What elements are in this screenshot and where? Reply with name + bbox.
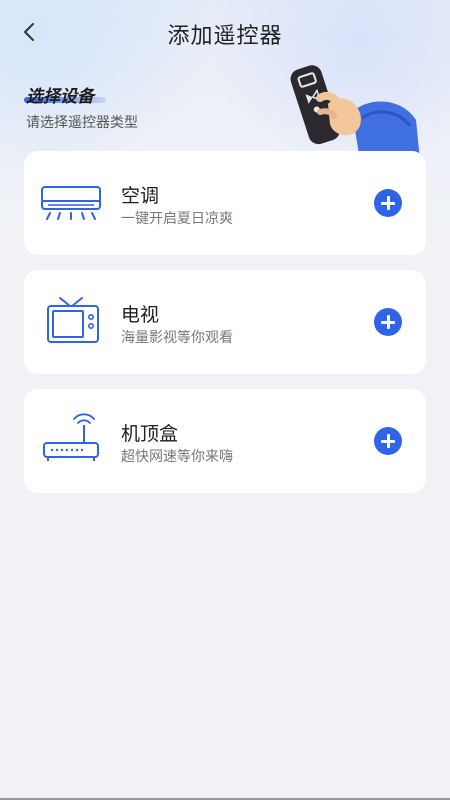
remote-hand-illustration xyxy=(290,60,420,160)
top-bar: 添加遥控器 xyxy=(0,0,450,68)
device-description: 一键开启夏日凉爽 xyxy=(121,211,233,227)
add-set-top-box-button[interactable] xyxy=(374,427,402,455)
add-tv-button[interactable] xyxy=(374,308,402,336)
section-title: 选择设备 xyxy=(26,87,94,107)
section-subtitle: 请选择遥控器类型 xyxy=(26,115,138,131)
air-conditioner-icon xyxy=(40,175,102,231)
device-card-tv[interactable]: 电视 海量影视等你观看 xyxy=(24,270,426,374)
device-description: 海量影视等你观看 xyxy=(121,330,233,346)
add-air-conditioner-button[interactable] xyxy=(374,189,402,217)
device-name: 电视 xyxy=(121,304,160,326)
device-card-air-conditioner[interactable]: 空调 一键开启夏日凉爽 xyxy=(24,151,426,255)
device-name: 机顶盒 xyxy=(121,423,179,445)
device-name: 空调 xyxy=(121,185,160,207)
page-title: 添加遥控器 xyxy=(167,24,283,49)
device-description: 超快网速等你来嗨 xyxy=(121,449,233,465)
tv-icon xyxy=(40,294,102,350)
device-card-set-top-box[interactable]: 机顶盒 超快网速等你来嗨 xyxy=(24,389,426,493)
router-icon xyxy=(40,413,102,469)
